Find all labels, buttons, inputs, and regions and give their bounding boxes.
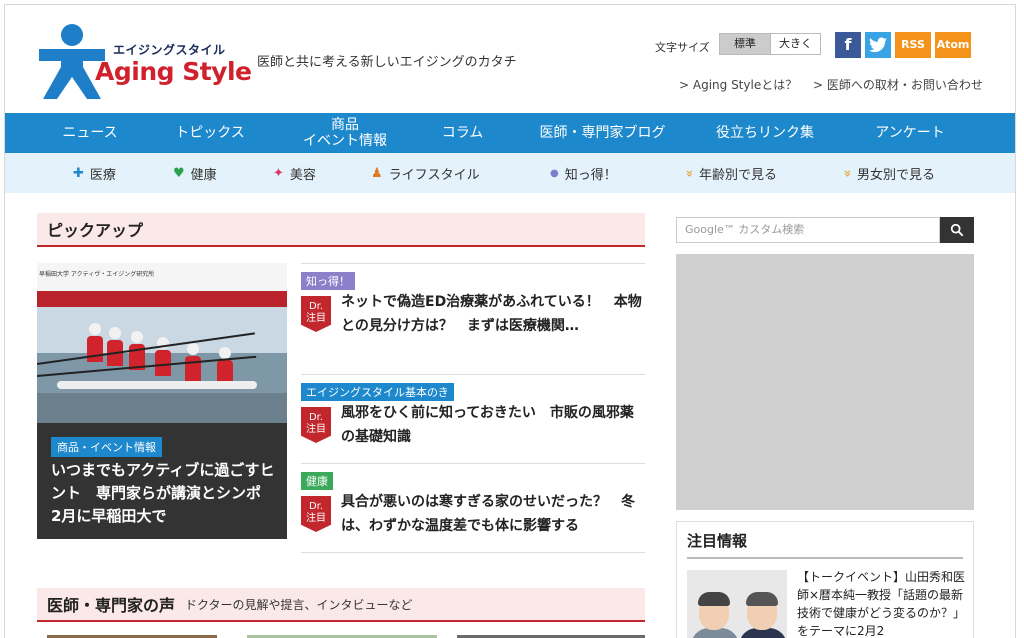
- search-input[interactable]: Google™ カスタム検索: [676, 217, 940, 243]
- nav-products-events[interactable]: 商品 イベント情報: [285, 113, 405, 153]
- article-title[interactable]: 風邪をひく前に知っておきたい 市販の風邪薬の基礎知識: [341, 401, 645, 449]
- contact-link[interactable]: > 医師への取材・お問い合わせ: [813, 78, 983, 92]
- search-icon: [950, 223, 964, 237]
- double-chevron-icon: »: [681, 169, 697, 177]
- nav-useful-links[interactable]: 役立ちリンク集: [705, 113, 825, 153]
- category-label: 健康: [190, 167, 217, 183]
- category-tips[interactable]: ● 知っ得！: [550, 153, 617, 193]
- article-category-tag[interactable]: 知っ得！: [301, 272, 355, 290]
- expert-voice-heading: 医師・専門家の声 ドクターの見解や提言、インタビューなど: [37, 588, 645, 622]
- pickup-heading: ピックアップ: [37, 213, 645, 247]
- doctor-attention-badge: Dr. 注目: [301, 407, 331, 443]
- category-label: 年齢別で見る: [698, 167, 777, 183]
- feature-category-tag[interactable]: 商品・イベント情報: [51, 437, 162, 457]
- plus-icon: ✚: [73, 165, 84, 181]
- circle-icon: ●: [550, 167, 559, 179]
- featured-info-box: 注目情報 【トークイベント】山田秀和医師×暦本純一教授「話題の最新技術で健康がど…: [676, 521, 974, 638]
- font-size-standard-button[interactable]: 標準: [719, 33, 771, 55]
- header-links: > Aging Styleとは？ > 医師への取材・お問い合わせ: [679, 76, 995, 93]
- double-chevron-icon: »: [839, 169, 855, 177]
- logo-japanese-text: エイジングスタイル: [113, 43, 226, 57]
- heart-icon: ♥: [173, 165, 185, 181]
- pickup-article[interactable]: エイジングスタイル基本のき Dr. 注目 風邪をひく前に知っておきたい 市販の風…: [301, 374, 645, 462]
- featured-info-text[interactable]: 【トークイベント】山田秀和医師×暦本純一教授「話題の最新技術で健康がどう変るのか…: [797, 568, 967, 638]
- category-label: 男女別で見る: [856, 167, 935, 183]
- twitter-icon[interactable]: [865, 32, 891, 58]
- rss-button[interactable]: RSS: [895, 32, 931, 58]
- category-navigation: ✚ 医療 ♥ 健康 ✦ 美容 ♟ ライフスタイル ● 知っ得！ » 年齢別で見る…: [5, 153, 1015, 193]
- facebook-icon[interactable]: f: [835, 32, 861, 58]
- atom-button[interactable]: Atom: [935, 32, 971, 58]
- expert-voice-title: 医師・専門家の声: [47, 596, 176, 615]
- site-tagline: 医師と共に考える新しいエイジングのカタチ: [257, 55, 517, 70]
- expert-voice-subtitle: ドクターの見解や提言、インタビューなど: [185, 597, 413, 612]
- category-label: 医療: [89, 167, 116, 183]
- category-medical[interactable]: ✚ 医療: [73, 153, 116, 193]
- category-label: 知っ得！: [564, 167, 617, 183]
- sparkle-icon: ✦: [273, 165, 284, 181]
- search-button[interactable]: [940, 217, 974, 243]
- site-logo[interactable]: エイジングスタイル Aging Style: [37, 23, 252, 103]
- doctor-attention-badge: Dr. 注目: [301, 496, 331, 532]
- feature-article[interactable]: 早稲田大学 アクティヴ・エイジング研究所 商品・イベント情報 いつまでもアクティ…: [37, 263, 287, 539]
- main-navigation: ニュース トピックス 商品 イベント情報 コラム 医師・専門家ブログ 役立ちリン…: [5, 113, 1015, 153]
- category-beauty[interactable]: ✦ 美容: [273, 153, 316, 193]
- person-icon: ♟: [371, 165, 383, 181]
- category-health[interactable]: ♥ 健康: [173, 153, 217, 193]
- article-title[interactable]: 具合が悪いのは寒すぎる家のせいだった？ 冬は、わずかな温度差でも体に影響する: [341, 490, 645, 538]
- image-caption: 早稲田大学 アクティヴ・エイジング研究所: [39, 271, 155, 278]
- feature-title[interactable]: いつまでもアクティブに過ごすヒント 専門家らが講演とシンポ 2月に早稲田大で: [51, 459, 277, 528]
- feature-image: 早稲田大学 アクティヴ・エイジング研究所: [37, 263, 287, 423]
- category-label: 美容: [289, 167, 316, 183]
- article-category-tag[interactable]: エイジングスタイル基本のき: [301, 383, 454, 401]
- doctor-attention-badge: Dr. 注目: [301, 296, 331, 332]
- article-title[interactable]: ネットで偽造ED治療薬があふれている！ 本物との見分け方は？ まずは医療機関…: [341, 290, 645, 338]
- font-size-large-button[interactable]: 大きく: [771, 33, 821, 55]
- featured-info-heading: 注目情報: [687, 530, 963, 559]
- advertisement-placeholder[interactable]: [676, 254, 974, 510]
- page-frame: エイジングスタイル Aging Style 医師と共に考える新しいエイジングのカ…: [4, 4, 1016, 638]
- nav-column[interactable]: コラム: [405, 113, 520, 153]
- category-label: ライフスタイル: [388, 167, 480, 183]
- category-lifestyle[interactable]: ♟ ライフスタイル: [371, 153, 480, 193]
- logo-english-text: Aging Style: [95, 57, 252, 86]
- category-by-age[interactable]: » 年齢別で見る: [681, 153, 777, 193]
- nav-news[interactable]: ニュース: [35, 113, 145, 153]
- nav-expert-blog[interactable]: 医師・専門家ブログ: [520, 113, 685, 153]
- nav-survey[interactable]: アンケート: [845, 113, 975, 153]
- article-category-tag[interactable]: 健康: [301, 472, 333, 490]
- featured-info-image[interactable]: [687, 570, 787, 638]
- nav-topics[interactable]: トピックス: [145, 113, 275, 153]
- about-link[interactable]: > Aging Styleとは？: [679, 78, 797, 92]
- pickup-article[interactable]: 知っ得！ Dr. 注目 ネットで偽造ED治療薬があふれている！ 本物との見分け方…: [301, 263, 645, 373]
- font-size-label: 文字サイズ: [655, 41, 710, 54]
- pickup-article[interactable]: 健康 Dr. 注目 具合が悪いのは寒すぎる家のせいだった？ 冬は、わずかな温度差…: [301, 463, 645, 553]
- category-by-gender[interactable]: » 男女別で見る: [839, 153, 935, 193]
